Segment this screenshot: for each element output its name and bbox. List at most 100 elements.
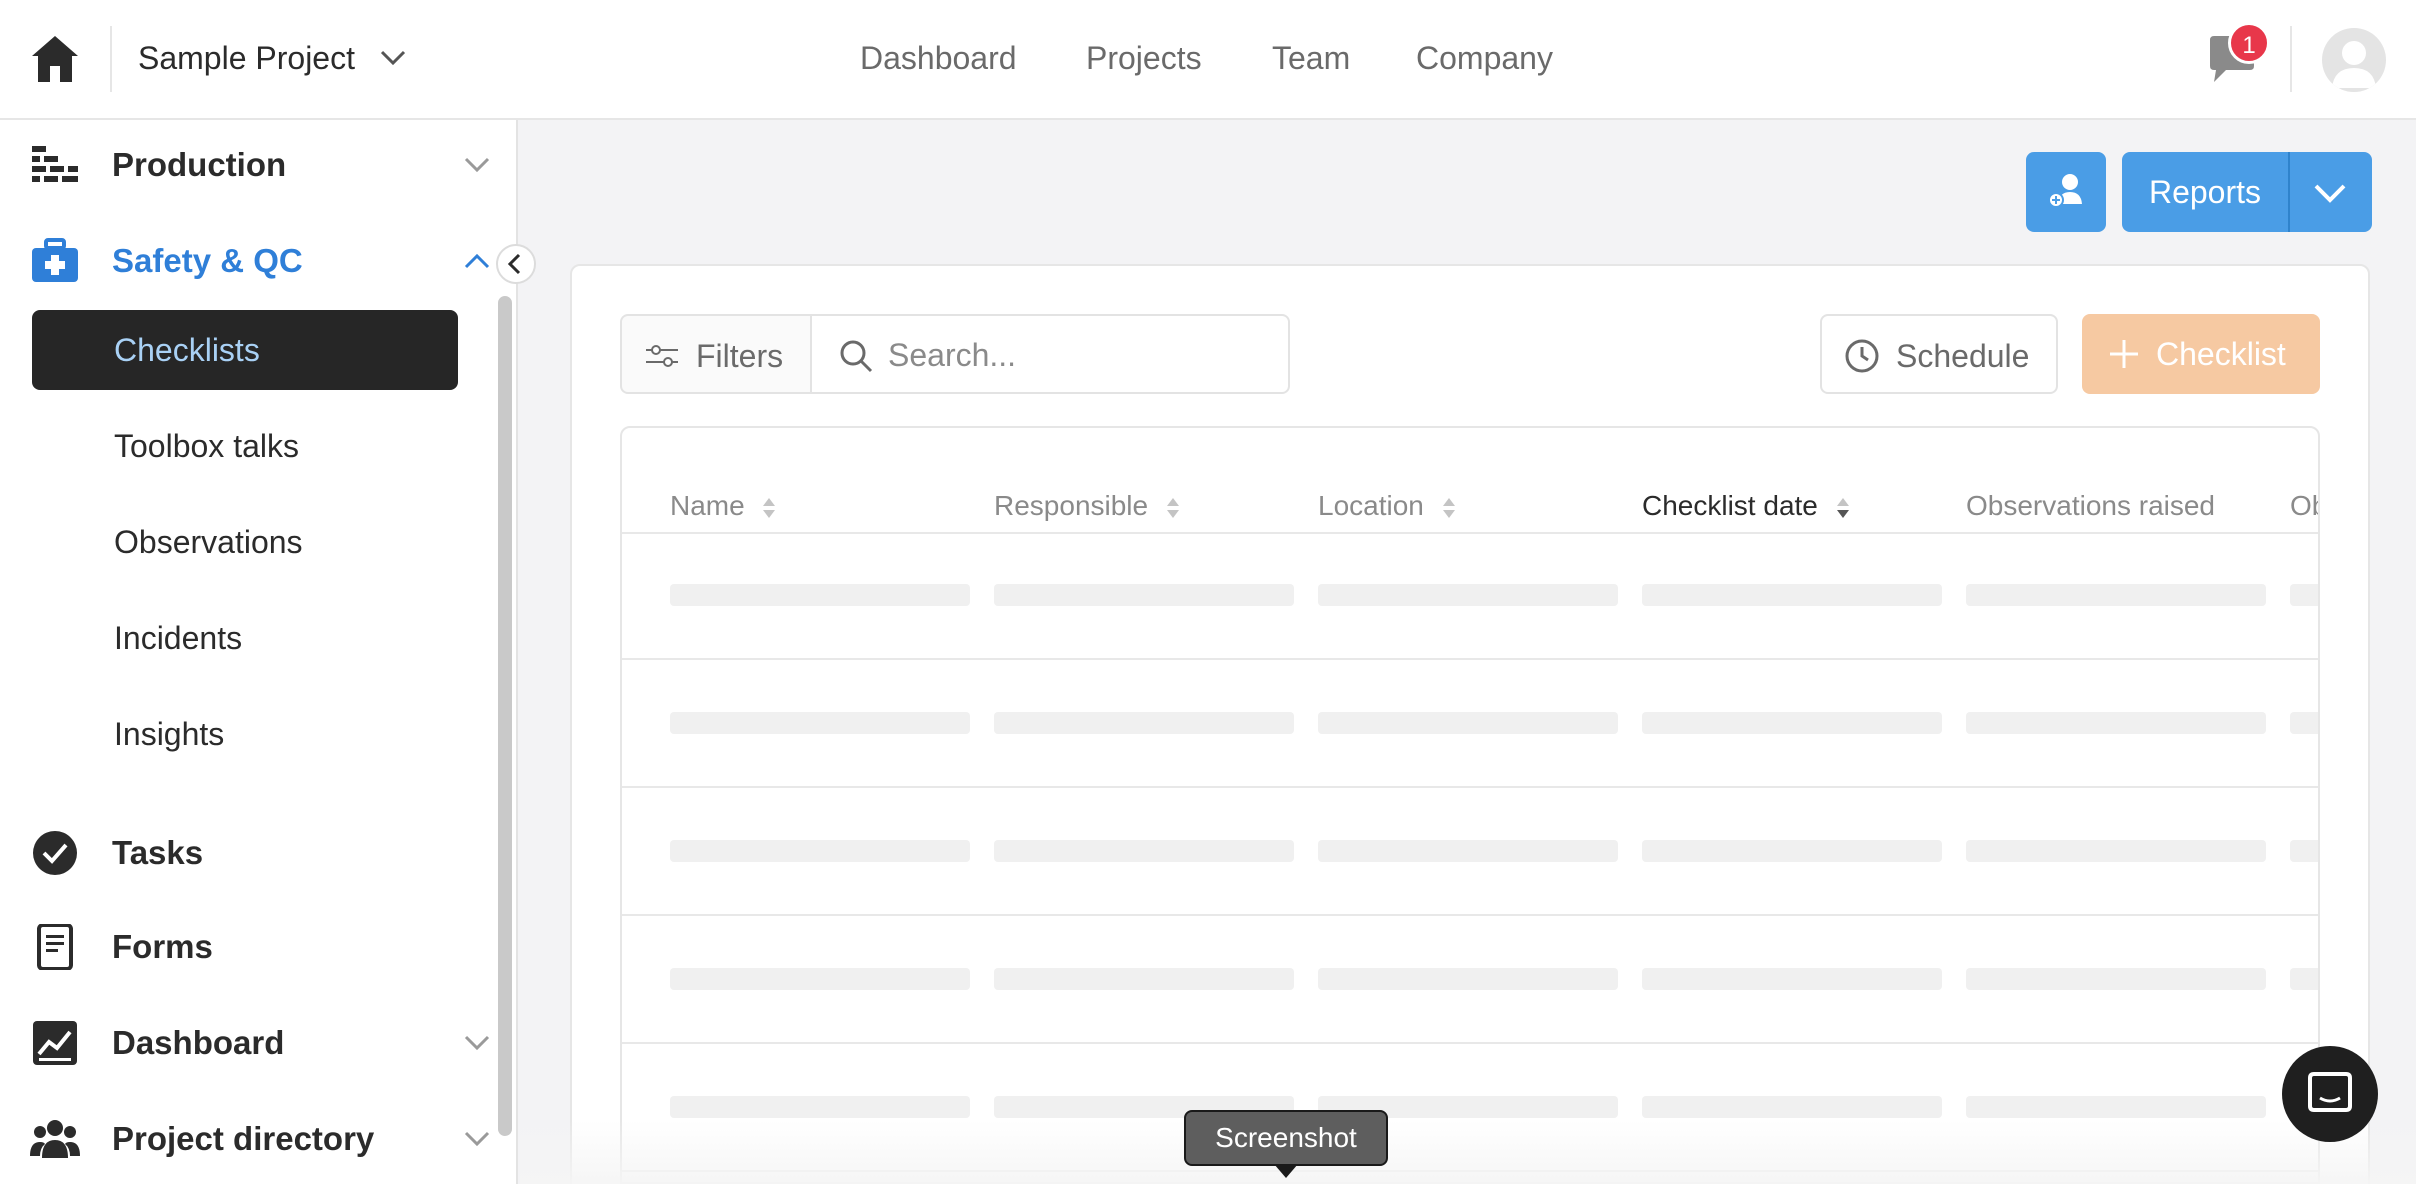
column-header-truncated[interactable]: Ob: [2290, 490, 2318, 522]
collapse-sidebar-button[interactable]: [496, 244, 536, 284]
user-silhouette-icon: [2332, 41, 2376, 88]
chevron-down-icon: [464, 1035, 490, 1051]
search-field[interactable]: [810, 314, 1290, 394]
sidebar-item-forms[interactable]: Forms: [0, 906, 518, 986]
skeleton-cell: [2290, 968, 2318, 990]
sidebar-item-tasks[interactable]: Tasks: [0, 812, 518, 892]
filters-button[interactable]: Filters: [620, 314, 812, 394]
skeleton-cell: [1318, 968, 1618, 990]
skeleton-cell: [2290, 840, 2318, 862]
reports-button-divider: [2288, 152, 2290, 232]
skeleton-cell: [2290, 712, 2318, 734]
header-divider: [622, 532, 2318, 534]
add-user-button[interactable]: [2026, 152, 2106, 232]
people-icon: [30, 1120, 80, 1158]
search-icon: [840, 340, 873, 373]
skeleton-cell: [1318, 584, 1618, 606]
check-circle-icon: [33, 831, 77, 875]
sidebar-item-label: Dashboard: [112, 1024, 285, 1061]
add-user-icon: [2048, 174, 2082, 208]
skeleton-cell: [670, 584, 970, 606]
column-header-location[interactable]: Location: [1318, 490, 1456, 522]
sidebar-subitem-label: Toolbox talks: [114, 428, 299, 464]
skeleton-cell: [670, 712, 970, 734]
chart-trend-icon: [33, 1021, 77, 1065]
home-icon[interactable]: [28, 32, 82, 86]
top-bar: Sample Project Dashboard Projects Team C…: [0, 0, 2416, 120]
sidebar-subitem-label: Incidents: [114, 620, 243, 656]
avatar[interactable]: [2322, 28, 2386, 92]
sidebar-subitem-observations[interactable]: Observations: [32, 502, 458, 582]
column-header-label: Ob: [2290, 490, 2318, 521]
bottom-fade: [520, 1120, 2416, 1184]
sidebar-item-label: Tasks: [112, 834, 204, 871]
row-divider: [622, 786, 2318, 788]
nav-company[interactable]: Company: [1416, 40, 1553, 77]
sidebar-subitem-label: Insights: [114, 716, 225, 752]
column-header-name[interactable]: Name: [670, 490, 776, 522]
reports-button-label: Reports: [2148, 174, 2262, 210]
row-divider: [622, 1042, 2318, 1044]
sidebar-subitem-label: Checklists: [114, 332, 260, 368]
sliders-icon: [646, 345, 678, 367]
sidebar-subitem-toolbox-talks[interactable]: Toolbox talks: [32, 406, 458, 486]
column-header-label: Responsible: [994, 490, 1149, 521]
add-checklist-button[interactable]: Checklist: [2082, 314, 2320, 394]
sidebar: Production Safety & QC Checklists Toolbo…: [0, 120, 518, 1184]
nav-dashboard[interactable]: Dashboard: [860, 40, 1017, 77]
skeleton-cell: [1966, 584, 2266, 606]
sort-icon: [1442, 497, 1455, 518]
chat-launcher-button[interactable]: [2282, 1046, 2378, 1142]
column-header-responsible[interactable]: Responsible: [994, 490, 1180, 522]
chevron-down-icon[interactable]: [378, 46, 408, 70]
skeleton-cell: [1318, 712, 1618, 734]
skeleton-cell: [1318, 840, 1618, 862]
nav-team[interactable]: Team: [1272, 40, 1350, 77]
sidebar-item-label: Production: [112, 146, 287, 183]
sidebar-item-label: Project directory: [112, 1120, 375, 1157]
skeleton-cell: [994, 712, 1294, 734]
sidebar-item-project-directory[interactable]: Project directory: [0, 1098, 518, 1178]
schedule-label: Schedule: [1896, 338, 2030, 374]
sidebar-item-dashboard[interactable]: Dashboard: [0, 1002, 518, 1082]
skeleton-cell: [1642, 1096, 1942, 1118]
document-icon: [37, 924, 73, 970]
sort-icon: [763, 497, 776, 518]
sort-icon: [1166, 497, 1179, 518]
checklists-table: Name Responsible Location Checklist date…: [620, 426, 2320, 1184]
column-header-label: Name: [670, 490, 745, 521]
top-divider-right: [2290, 26, 2292, 92]
skeleton-cell: [1642, 712, 1942, 734]
chevron-left-icon: [507, 253, 521, 275]
sidebar-scrollbar[interactable]: [498, 296, 512, 1136]
search-input[interactable]: [888, 330, 1268, 380]
schedule-button[interactable]: Schedule: [1820, 314, 2058, 394]
skeleton-cell: [994, 840, 1294, 862]
sidebar-item-label: Forms: [112, 928, 213, 965]
sidebar-subitem-incidents[interactable]: Incidents: [32, 598, 458, 678]
nav-projects[interactable]: Projects: [1086, 40, 1202, 77]
row-divider: [622, 914, 2318, 916]
column-header-label: Location: [1318, 490, 1424, 521]
skeleton-cell: [994, 968, 1294, 990]
skeleton-cell: [1642, 968, 1942, 990]
clock-icon: [1845, 339, 1879, 373]
sort-descending-icon: [1836, 497, 1849, 518]
chevron-down-icon[interactable]: [2310, 180, 2350, 206]
sidebar-item-production[interactable]: Production: [0, 124, 518, 204]
top-divider: [110, 26, 112, 92]
reports-button[interactable]: Reports: [2122, 152, 2372, 232]
chat-icon: [2308, 1072, 2352, 1112]
sidebar-item-safety-qc[interactable]: Safety & QC: [0, 220, 518, 300]
skeleton-cell: [670, 1096, 970, 1118]
sidebar-item-label: Safety & QC: [112, 242, 303, 279]
chevron-up-icon: [464, 253, 490, 269]
filters-label: Filters: [696, 338, 784, 374]
column-header-observations-raised[interactable]: Observations raised: [1966, 490, 2215, 522]
skeleton-cell: [1966, 712, 2266, 734]
column-header-checklist-date[interactable]: Checklist date: [1642, 490, 1850, 522]
project-selector-label[interactable]: Sample Project: [138, 40, 355, 77]
sidebar-subitem-insights[interactable]: Insights: [32, 694, 458, 774]
sidebar-subitem-checklists[interactable]: Checklists: [32, 310, 458, 390]
bricks-icon: [32, 146, 78, 182]
